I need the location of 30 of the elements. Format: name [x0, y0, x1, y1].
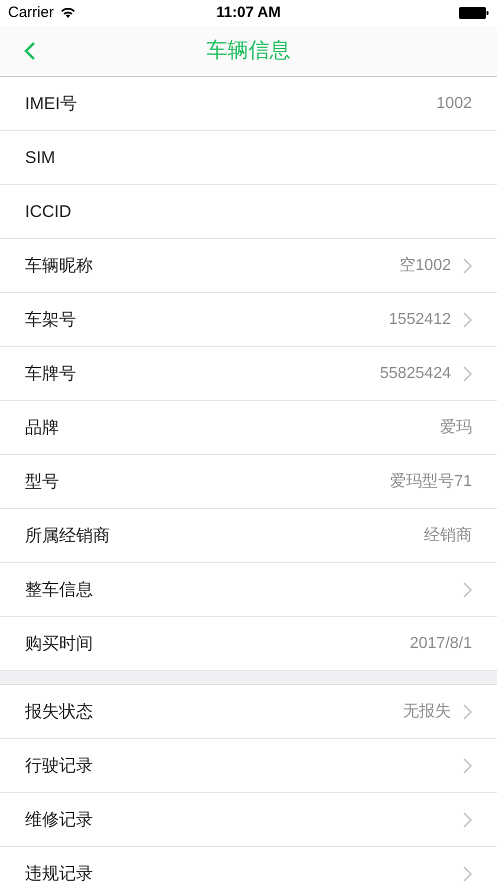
row-value: 1552412: [388, 310, 451, 330]
battery-icon: [459, 7, 489, 19]
row-label: 行驶记录: [25, 754, 94, 777]
back-icon: [24, 41, 36, 61]
wifi-icon: [60, 7, 76, 19]
row-label: 型号: [25, 470, 60, 493]
row-label: 车牌号: [25, 362, 77, 385]
row-label: ICCID: [25, 200, 72, 223]
row-value: 1002: [436, 94, 472, 114]
row-label: 购买时间: [25, 632, 94, 655]
row-value: 无报失: [403, 702, 451, 722]
row-value: 爱玛型号71: [390, 472, 472, 492]
row-label: 违规记录: [25, 862, 94, 883]
row-label: 车辆昵称: [25, 254, 94, 277]
row-label: 车架号: [25, 308, 77, 331]
row-label: 品牌: [25, 416, 60, 439]
row-value: 爱玛: [440, 418, 472, 438]
row-value: 2017/8/1: [410, 634, 472, 654]
row-value: 空1002: [399, 256, 451, 276]
row-value: 经销商: [424, 526, 472, 546]
row-label: 整车信息: [25, 578, 94, 601]
row-value: 55825424: [380, 364, 451, 384]
row-label: 所属经销商: [25, 524, 111, 547]
carrier-label: Carrier: [8, 2, 54, 23]
row-label: IMEI号: [25, 92, 78, 115]
status-time: 11:07 AM: [216, 2, 281, 23]
row-label: 维修记录: [25, 808, 94, 831]
page-title: 车辆信息: [206, 38, 290, 64]
row-label: SIM: [25, 146, 56, 169]
row-label: 报失状态: [25, 700, 94, 723]
